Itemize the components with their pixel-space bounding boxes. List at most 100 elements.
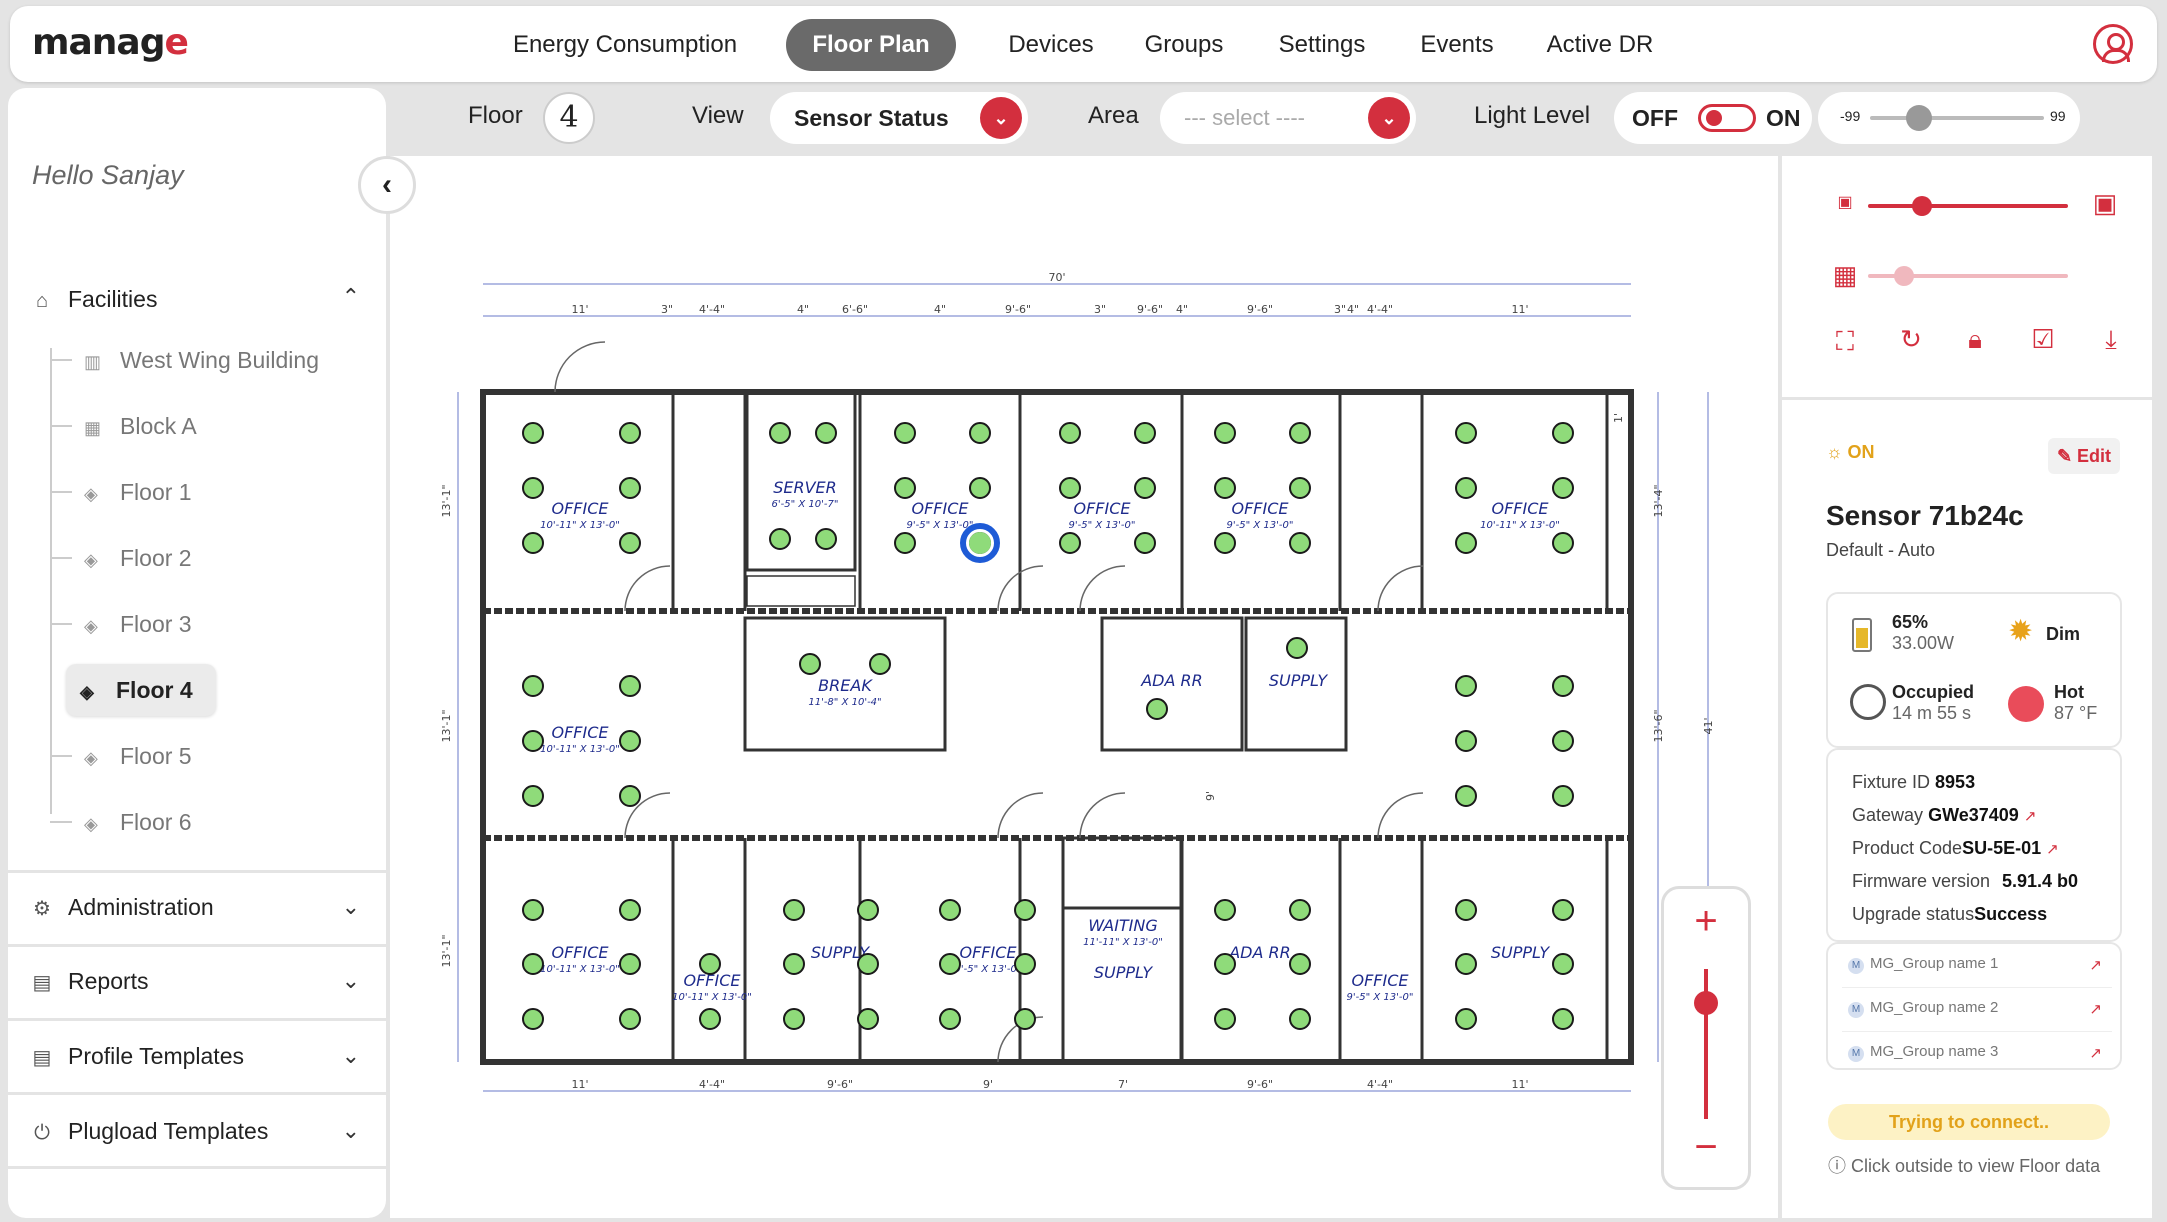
app-logo[interactable]: manage [32,22,189,63]
chevron-up-icon[interactable]: ⌃ [342,284,360,310]
tree-item-floor-1[interactable]: ◈ Floor 1 [50,466,344,518]
fullscreen-icon[interactable]: ⛶ [1828,326,1862,358]
dimension-label: 13'-4" [1652,484,1665,517]
grid-opacity-handle[interactable] [1894,266,1914,286]
dimension-label: 9'-6" [1247,1078,1273,1091]
toggle-on-label: ON [1766,105,1801,131]
chevron-down-icon[interactable]: ⌄ [342,1118,360,1144]
group-item[interactable]: M MG_Group name 2 ↗ [1842,988,2112,1032]
external-link-icon[interactable]: ↗ [2089,1044,2102,1062]
nav-events[interactable]: Events [1404,19,1510,71]
tree-item-floor-4[interactable]: ◈ Floor 4 [66,664,216,716]
zoom-handle[interactable] [1694,991,1718,1015]
group-item[interactable]: M MG_Group name 1 ↗ [1842,944,2112,988]
sensor-dot [769,528,791,550]
sidebar-section-plugload-templates[interactable]: ⏻ Plugload Templates [30,1118,268,1145]
room-name: OFFICE [912,499,970,518]
group-avatar: M [1848,958,1864,974]
nav-energy-consumption[interactable]: Energy Consumption [490,19,760,71]
overall-width-dimension: 70' [1048,271,1065,284]
edit-button[interactable]: ✎ Edit [2048,438,2120,474]
dimension-label: 1' [1612,413,1625,423]
building-icon: ▥ [84,352,102,372]
chevron-down-icon[interactable]: ⌄ [980,97,1022,139]
room-size: 9'-5" X 13'-0" [907,520,974,531]
tree-item-floor-3[interactable]: ◈ Floor 3 [50,598,344,650]
nav-devices[interactable]: Devices [995,19,1107,71]
tree-item-floor-6[interactable]: ◈ Floor 6 [50,796,344,848]
external-link-icon[interactable]: ↗ [2046,841,2059,858]
sensor-stats-card: 65% 33.00W ✹ Dim Occupied 14 m 55 s Hot 87 … [1826,592,2122,748]
image-size-track[interactable] [1868,204,2068,208]
tree-item-label: Floor 1 [120,479,192,505]
user-circle-icon[interactable] [2093,24,2133,64]
area-select[interactable]: --- select ---- ⌄ [1160,92,1416,144]
light-level-toggle[interactable]: OFF ON [1614,92,1812,144]
zoom-in-button[interactable]: + [1664,899,1748,944]
chevron-down-icon[interactable]: ⌄ [342,1043,360,1069]
nav-groups[interactable]: Groups [1130,19,1238,71]
view-label: View [692,102,744,129]
sensor-dot [1455,1008,1477,1030]
room-name: OFFICE [1352,971,1410,990]
large-image-icon[interactable]: ▣ [2088,188,2122,219]
hint-text: ⓘ Click outside to view Floor data [1828,1152,2100,1178]
select-all-icon[interactable]: ☑ [2026,324,2060,355]
nav-floor-plan[interactable]: Floor Plan [786,19,956,71]
dimension-label: 3" [661,303,673,316]
room-name: OFFICE [1074,499,1132,518]
dimension-label: 4" [1176,303,1188,316]
tree-item-block-a[interactable]: ▦ Block A [50,400,344,452]
detail-label: Upgrade status [1852,904,1975,924]
refresh-icon[interactable]: ↻ [1894,324,1928,355]
tree-item-floor-5[interactable]: ◈ Floor 5 [50,730,344,782]
greeting: Hello Sanjay [32,160,184,190]
range-track[interactable] [1870,116,2044,120]
chevron-down-icon[interactable]: ⌄ [1368,97,1410,139]
door-swing [1079,565,1126,612]
dimension-label: 13'-6" [1652,709,1665,742]
sidebar-section-administration[interactable]: ⚙ Administration [30,894,214,921]
temperature-stat: Hot 87 °F [2054,682,2097,724]
external-link-icon[interactable]: ↗ [2089,956,2102,974]
server-rack [746,575,856,607]
dimension-label: 6'-6" [842,303,868,316]
sensor-dot [619,730,641,752]
sensor-dot [699,953,721,975]
external-link-icon[interactable]: ↗ [2089,1000,2102,1018]
sensor-dot [619,785,641,807]
group-item[interactable]: M MG_Group name 3 ↗ [1842,1032,2112,1068]
nav-active-dr[interactable]: Active DR [1530,19,1670,71]
sensor-dot [522,422,544,444]
tree-item-label: Block A [120,413,197,439]
grid-off-icon[interactable]: ▦ [1828,260,1862,291]
tree-item-label: Floor 3 [120,611,192,637]
chevron-down-icon[interactable]: ⌄ [342,968,360,994]
external-link-icon[interactable]: ↗ [2024,808,2037,825]
nav-settings[interactable]: Settings [1260,19,1384,71]
zoom-out-button[interactable]: − [1664,1125,1748,1170]
sidebar-section-reports[interactable]: ▤ Reports [30,968,149,995]
sidebar-section-profile-templates[interactable]: ▤ Profile Templates [30,1043,244,1070]
image-size-handle[interactable] [1912,196,1932,216]
tree-item-floor-2[interactable]: ◈ Floor 2 [50,532,344,584]
floor-plan-canvas[interactable]: OFFICE 10'-11" X 13'-0" SERVER 6'-5" X 10'-… [390,156,1778,1218]
collapse-sidebar-button[interactable]: ‹ [358,156,416,214]
download-icon[interactable]: ⤓ [2094,324,2128,356]
battery-icon [1852,618,1872,652]
block-icon: ▦ [84,418,102,438]
range-handle[interactable] [1906,105,1932,131]
detail-label: Fixture ID [1852,772,1931,792]
divider [8,944,386,947]
detail-label: Firmware version [1852,871,1991,891]
view-select[interactable]: Sensor Status ⌄ [770,92,1028,144]
facilities-header[interactable]: ⌂ Facilities [30,286,158,313]
tree-item-west-wing-building[interactable]: ▥ West Wing Building [50,334,344,386]
floor-number-badge[interactable]: 4 [543,92,595,144]
chevron-down-icon[interactable]: ⌄ [342,894,360,920]
room-size: 10'-11" X 13'-0" [540,744,620,755]
toggle-switch[interactable] [1698,104,1756,132]
small-image-icon[interactable]: ▣ [1828,192,1862,212]
sun-dim-icon: ✹ [2008,615,2034,648]
lock-icon[interactable]: 🔒︎ [1958,324,1992,356]
